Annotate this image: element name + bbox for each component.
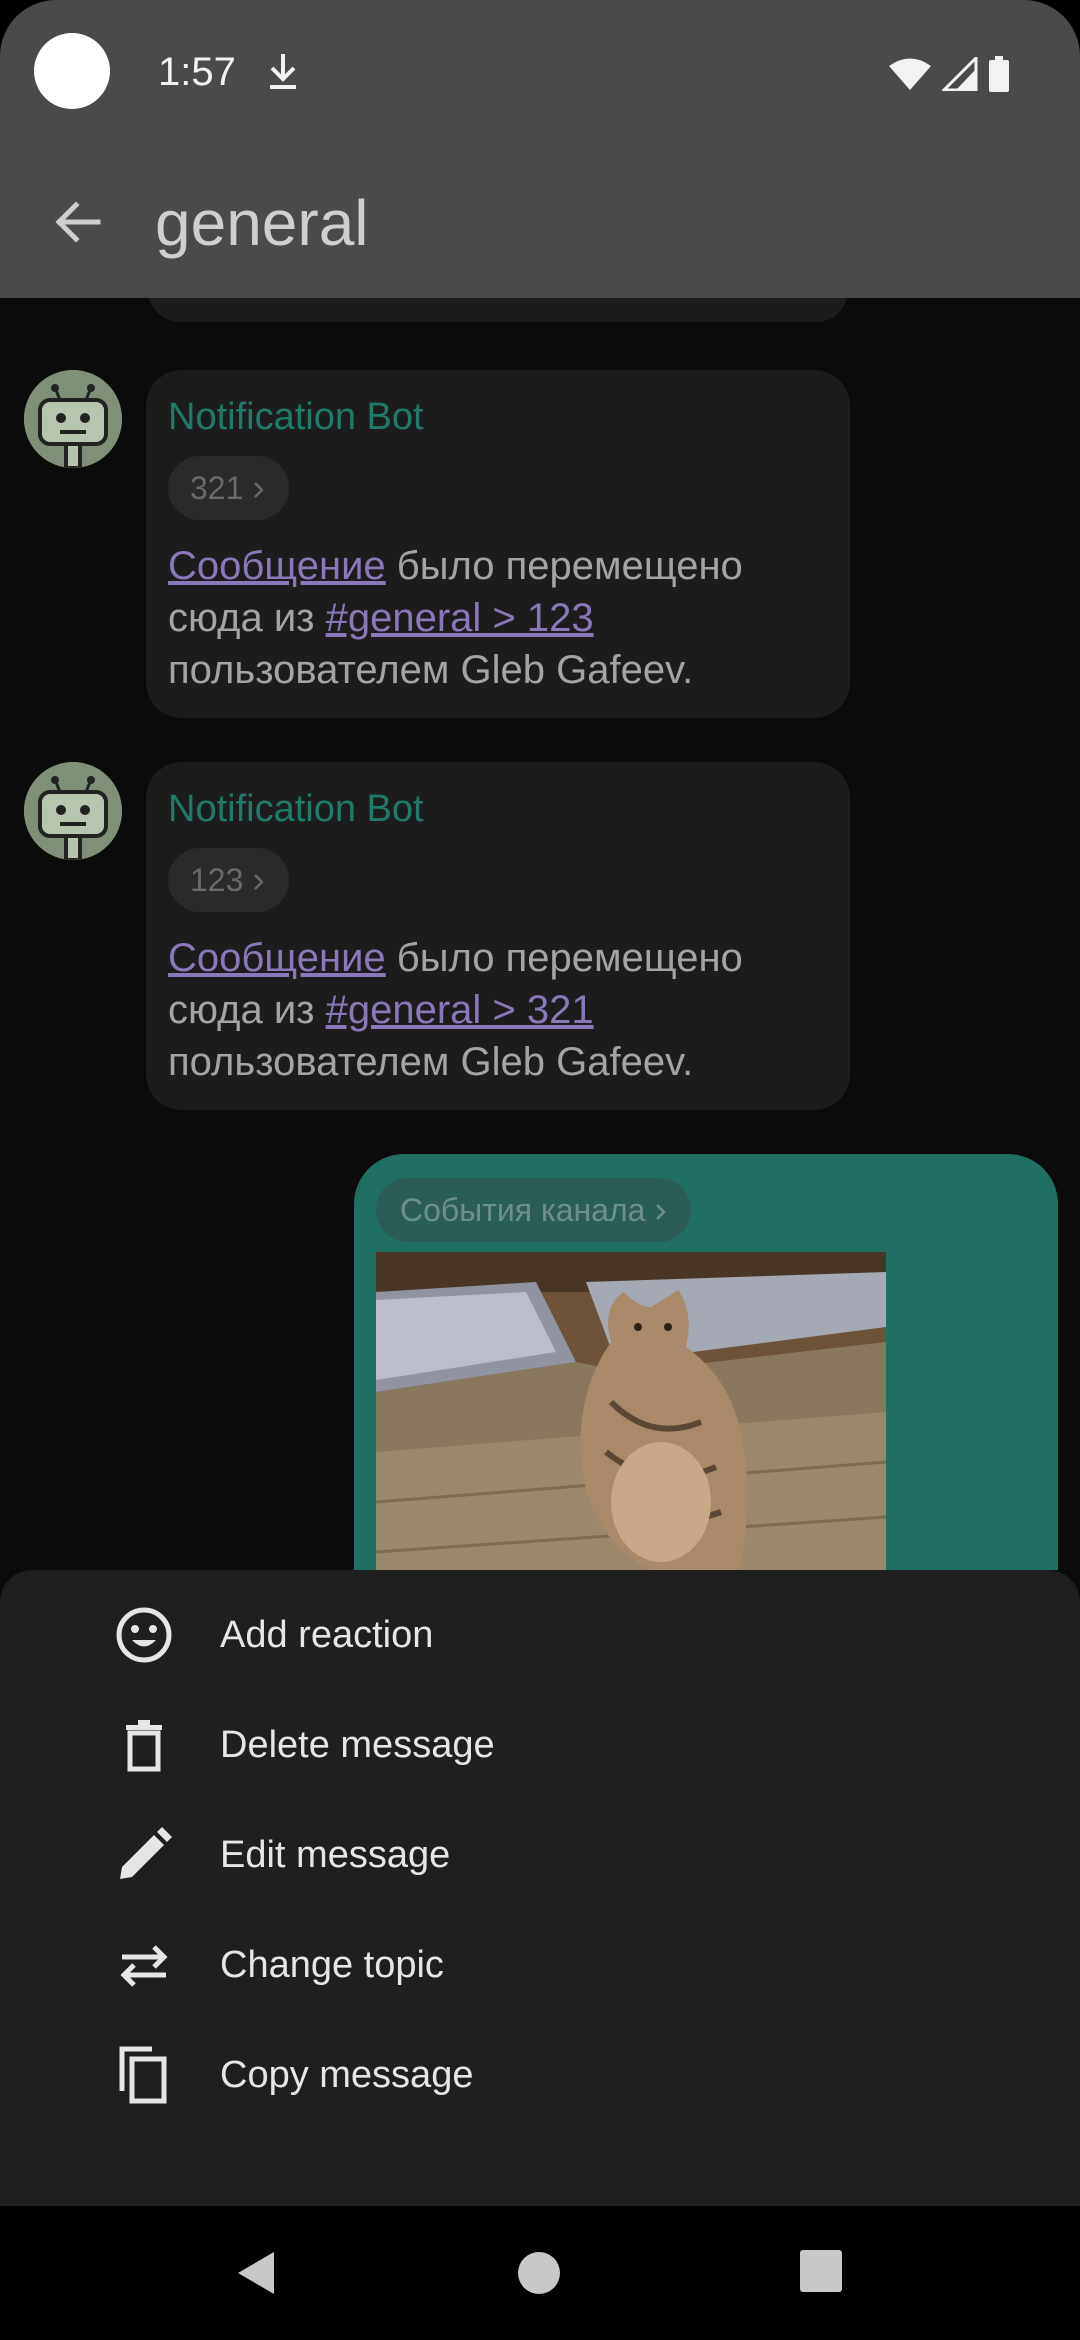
emoji-icon bbox=[112, 1603, 176, 1667]
chevron-right-icon bbox=[655, 1192, 667, 1229]
topic-chip[interactable]: События канала bbox=[376, 1178, 692, 1242]
chevron-right-icon bbox=[253, 470, 265, 507]
nav-home-icon[interactable] bbox=[514, 2248, 564, 2303]
chevron-right-icon bbox=[253, 862, 265, 899]
message-list[interactable]: Notification Bot 321 Сообщение было пере… bbox=[0, 298, 1080, 1570]
arrow-back-icon[interactable] bbox=[48, 192, 108, 252]
add-reaction-button[interactable]: Add reaction bbox=[0, 1580, 1080, 1690]
copy-message-button[interactable]: Copy message bbox=[0, 2020, 1080, 2130]
delete-message-button[interactable]: Delete message bbox=[0, 1690, 1080, 1800]
edit-message-label: Edit message bbox=[220, 1833, 451, 1876]
nav-recents-icon[interactable] bbox=[798, 2248, 844, 2299]
cat-photo[interactable] bbox=[376, 1252, 886, 1570]
screen: 1:57 general Notification Bot 321 Сообще… bbox=[0, 0, 1080, 2340]
battery-icon bbox=[988, 56, 1010, 97]
sender-name[interactable]: Notification Bot bbox=[168, 396, 424, 439]
change-topic-label: Change topic bbox=[220, 1943, 444, 1986]
message-text: Сообщение было перемещено сюда из #gener… bbox=[168, 932, 828, 1088]
message-text-part: пользователем Gleb Gafeev. bbox=[168, 648, 694, 692]
download-icon bbox=[266, 52, 300, 97]
previous-message-bubble bbox=[148, 298, 848, 322]
topic-chip[interactable]: 321 bbox=[168, 456, 290, 520]
message-actions-sheet: Add reaction Delete message Edit message… bbox=[0, 1570, 1080, 2206]
topic-link[interactable]: #general > 123 bbox=[326, 596, 594, 640]
edit-message-button[interactable]: Edit message bbox=[0, 1800, 1080, 1910]
bot-avatar bbox=[24, 762, 122, 860]
copy-message-label: Copy message bbox=[220, 2053, 474, 2096]
add-reaction-label: Add reaction bbox=[220, 1613, 434, 1656]
topic-label: 123 bbox=[190, 861, 244, 898]
message-link[interactable]: Сообщение bbox=[168, 544, 386, 588]
copy-icon bbox=[112, 2043, 176, 2107]
bot-avatar bbox=[24, 370, 122, 468]
trash-icon bbox=[112, 1713, 176, 1777]
swap-arrows-icon bbox=[112, 1933, 176, 1997]
wifi-icon bbox=[888, 57, 932, 96]
status-time: 1:57 bbox=[158, 50, 236, 94]
topic-label: События канала bbox=[400, 1191, 646, 1228]
channel-title: general bbox=[155, 187, 369, 259]
change-topic-button[interactable]: Change topic bbox=[0, 1910, 1080, 2020]
system-icons bbox=[888, 54, 1010, 97]
message-bubble[interactable]: Notification Bot 321 Сообщение было пере… bbox=[146, 370, 850, 718]
message-link[interactable]: Сообщение bbox=[168, 936, 386, 980]
status-bar: 1:57 bbox=[0, 0, 1080, 150]
sender-name[interactable]: Notification Bot bbox=[168, 788, 424, 831]
nav-back-icon[interactable] bbox=[232, 2248, 282, 2303]
system-nav-bar bbox=[0, 2206, 1080, 2340]
topic-link[interactable]: #general > 321 bbox=[326, 988, 594, 1032]
delete-message-label: Delete message bbox=[220, 1723, 495, 1766]
pencil-icon bbox=[112, 1823, 176, 1887]
message-text: Сообщение было перемещено сюда из #gener… bbox=[168, 540, 828, 696]
signal-icon bbox=[940, 54, 978, 96]
topic-chip[interactable]: 123 bbox=[168, 848, 290, 912]
own-message-bubble[interactable]: События канала bbox=[354, 1154, 1058, 1570]
message-text-part: пользователем Gleb Gafeev. bbox=[168, 1040, 694, 1084]
topic-label: 321 bbox=[190, 469, 244, 506]
app-bar: general bbox=[0, 150, 1080, 298]
message-bubble[interactable]: Notification Bot 123 Сообщение было пере… bbox=[146, 762, 850, 1110]
camera-cutout bbox=[34, 33, 110, 109]
